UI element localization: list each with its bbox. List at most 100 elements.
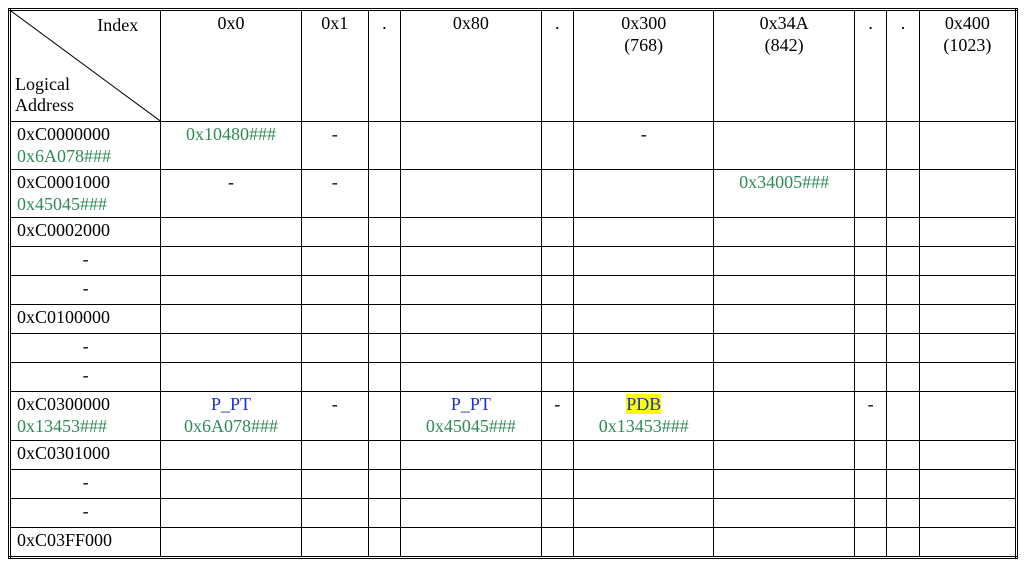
cell — [161, 305, 301, 334]
cell — [887, 218, 919, 247]
cell — [368, 498, 400, 527]
cell — [854, 469, 886, 498]
table-row: 0xC0300000 0x13453### P_PT 0x6A078### - … — [10, 392, 1017, 440]
cell: - — [854, 392, 886, 440]
cell — [573, 305, 713, 334]
cell — [401, 276, 541, 305]
cell — [854, 276, 886, 305]
cell — [541, 247, 573, 276]
table-row: 0xC0001000 0x45045### - - 0x34005### — [10, 170, 1017, 218]
cell: - — [573, 122, 713, 170]
corner-bottom-label: Logical Address — [15, 74, 74, 117]
cell — [401, 170, 541, 218]
col-dot-3: . — [854, 10, 886, 122]
cell — [919, 218, 1016, 247]
row-address: - — [10, 334, 161, 363]
cell — [541, 122, 573, 170]
cell — [854, 247, 886, 276]
table-row: - — [10, 334, 1017, 363]
table-row: - — [10, 276, 1017, 305]
cell — [887, 334, 919, 363]
cell — [301, 527, 368, 557]
cell — [714, 334, 854, 363]
cell — [368, 170, 400, 218]
cell — [714, 247, 854, 276]
cell — [573, 363, 713, 392]
cell: - — [301, 170, 368, 218]
cell — [887, 305, 919, 334]
cell — [401, 122, 541, 170]
cell — [541, 363, 573, 392]
cell — [573, 276, 713, 305]
cell — [368, 527, 400, 557]
cell — [401, 305, 541, 334]
cell — [919, 469, 1016, 498]
cell: P_PT 0x45045### — [401, 392, 541, 440]
cell — [401, 247, 541, 276]
cell — [368, 469, 400, 498]
cell — [919, 527, 1016, 557]
cell — [854, 498, 886, 527]
cell — [919, 334, 1016, 363]
cell: 0x10480### — [161, 122, 301, 170]
col-dot-4: . — [887, 10, 919, 122]
cell — [854, 527, 886, 557]
cell — [401, 498, 541, 527]
cell — [714, 498, 854, 527]
cell — [919, 392, 1016, 440]
cell — [854, 122, 886, 170]
col-dot-2: . — [541, 10, 573, 122]
cell — [919, 122, 1016, 170]
cell: - — [541, 392, 573, 440]
cell — [887, 440, 919, 469]
row-address: - — [10, 276, 161, 305]
cell — [714, 363, 854, 392]
cell — [301, 469, 368, 498]
cell — [161, 527, 301, 557]
col-0x34A: 0x34A(842) — [714, 10, 854, 122]
cell — [368, 247, 400, 276]
cell — [854, 170, 886, 218]
cell — [573, 247, 713, 276]
corner-cell: Index Logical Address — [10, 10, 161, 122]
table-row: - — [10, 469, 1017, 498]
row-address: 0xC0002000 — [10, 218, 161, 247]
cell — [887, 392, 919, 440]
cell — [301, 247, 368, 276]
cell — [887, 170, 919, 218]
row-address: 0xC0000000 0x6A078### — [10, 122, 161, 170]
cell — [401, 363, 541, 392]
cell — [161, 440, 301, 469]
cell — [714, 469, 854, 498]
cell — [887, 469, 919, 498]
cell — [161, 276, 301, 305]
cell — [854, 334, 886, 363]
cell — [368, 363, 400, 392]
cell — [854, 305, 886, 334]
cell — [714, 392, 854, 440]
cell — [573, 469, 713, 498]
table-row: - — [10, 247, 1017, 276]
cell — [401, 440, 541, 469]
cell — [714, 440, 854, 469]
cell: P_PT 0x6A078### — [161, 392, 301, 440]
table-row: 0xC0100000 — [10, 305, 1017, 334]
cell — [919, 276, 1016, 305]
cell — [541, 218, 573, 247]
cell — [573, 170, 713, 218]
cell — [301, 363, 368, 392]
table-row: 0xC0301000 — [10, 440, 1017, 469]
cell — [368, 276, 400, 305]
cell — [887, 247, 919, 276]
cell — [714, 218, 854, 247]
cell — [301, 498, 368, 527]
cell — [714, 276, 854, 305]
cell — [541, 440, 573, 469]
page-table: Index Logical Address 0x0 0x1 . 0x80 . 0… — [8, 8, 1018, 559]
cell — [161, 469, 301, 498]
cell — [573, 498, 713, 527]
cell — [541, 170, 573, 218]
cell — [919, 305, 1016, 334]
cell — [919, 440, 1016, 469]
cell — [368, 392, 400, 440]
